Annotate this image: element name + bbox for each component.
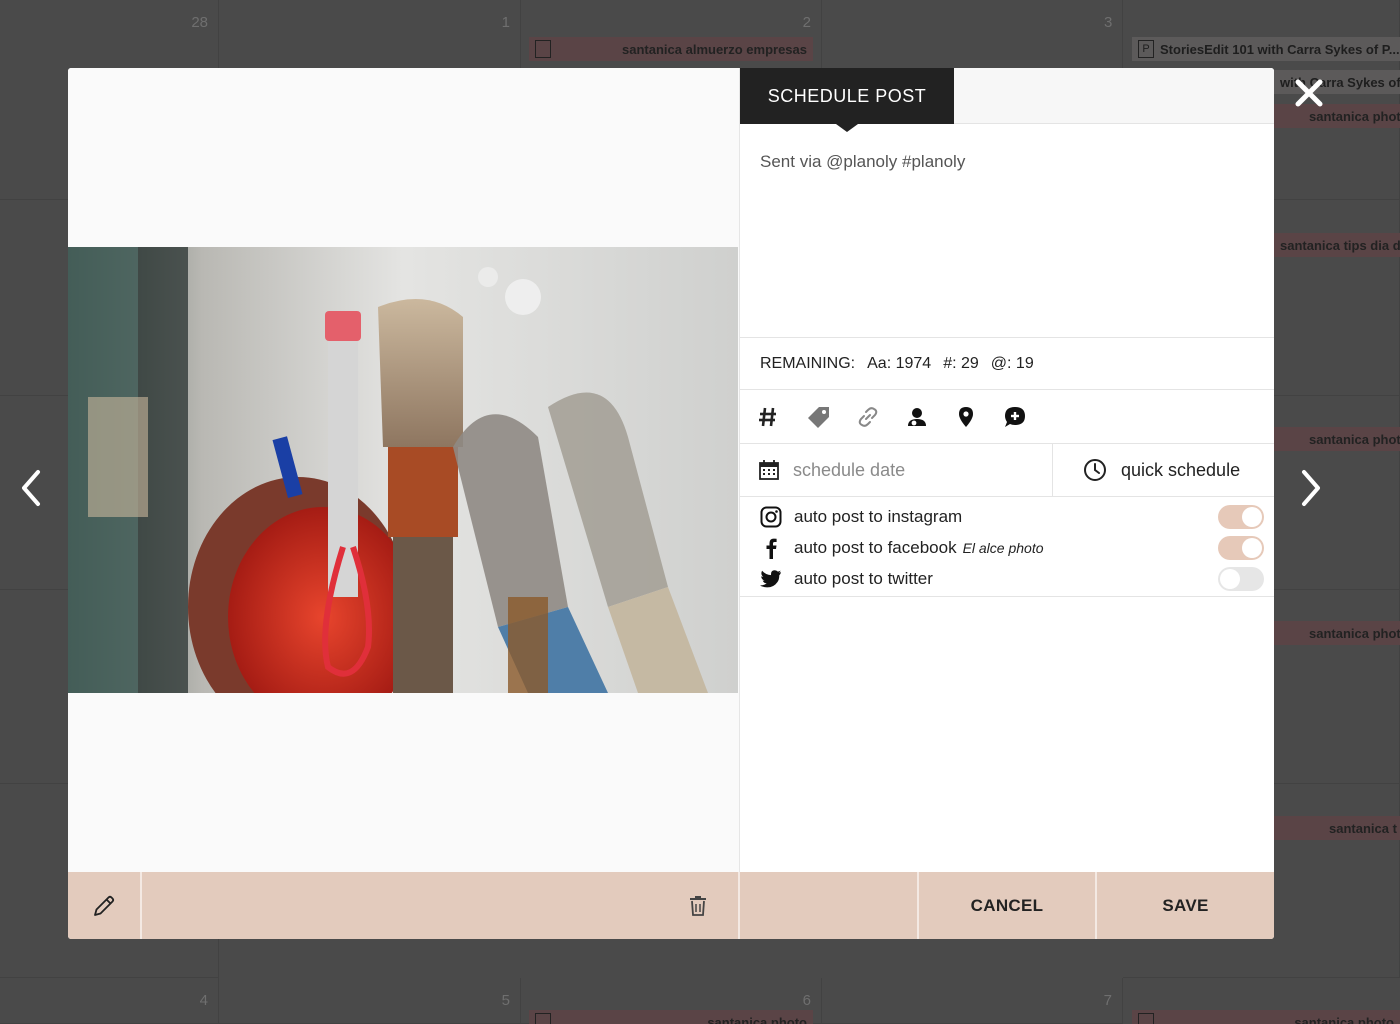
chevron-left-icon <box>22 470 40 506</box>
calendar-event[interactable]: santanica photo <box>1274 621 1400 645</box>
edit-image-button[interactable] <box>68 872 140 939</box>
remaining-mentions: @: 19 <box>990 354 1034 372</box>
event-title: santanica photo <box>1309 625 1400 641</box>
twitter-icon <box>760 568 782 590</box>
delete-button[interactable] <box>678 872 718 939</box>
post-icon <box>1138 1013 1154 1024</box>
day-number: 2 <box>802 14 811 31</box>
day-number: 5 <box>501 992 510 1009</box>
link-icon <box>858 406 878 427</box>
remaining-counter: REMAINING: Aa: 1974 #: 29 @: 19 <box>740 338 1274 390</box>
clock-icon <box>1084 459 1106 481</box>
event-title: santanica tips dia del padre <box>1280 237 1400 253</box>
chevron-right-icon <box>1302 470 1320 506</box>
autopost-settings: auto post to instagram auto post to face… <box>740 497 1274 597</box>
calendar-event[interactable]: santanica photo <box>1132 1010 1400 1024</box>
user-tag-icon <box>908 407 926 426</box>
calendar-event[interactable]: P StoriesEdit 101 with Carra Sykes of P.… <box>1132 37 1400 61</box>
calendar-event[interactable]: santanica photo <box>1274 427 1400 451</box>
autopost-instagram-row: auto post to instagram <box>740 501 1274 532</box>
tag-icon <box>808 406 829 428</box>
calendar-event[interactable]: santanica photo <box>529 1010 813 1024</box>
calendar-event[interactable]: santanica tips dia del padre <box>1274 233 1400 257</box>
cancel-label: CANCEL <box>970 895 1044 915</box>
calendar-event[interactable]: santanica almuerzo empresas <box>529 37 813 61</box>
hashtag-icon <box>759 407 776 426</box>
post-icon <box>535 40 551 58</box>
day-number: 7 <box>1103 992 1112 1009</box>
story-icon: P <box>1138 40 1154 58</box>
event-title: santanica almuerzo empresas <box>622 41 807 57</box>
hashtag-button[interactable] <box>758 402 807 432</box>
save-label: SAVE <box>1162 895 1209 915</box>
calendar-event[interactable]: santanica t <box>1274 816 1400 840</box>
modal-footer: CANCEL SAVE <box>68 872 1274 939</box>
caption-text: Sent via @planoly #planoly <box>760 152 966 171</box>
close-button[interactable] <box>1290 74 1328 112</box>
quick-schedule-label: quick schedule <box>1121 459 1241 480</box>
event-title: santanica photo <box>1294 1014 1394 1024</box>
footer-divider <box>140 872 142 939</box>
event-title: santanica photo <box>1309 431 1400 447</box>
quick-schedule-button[interactable]: quick schedule <box>1053 444 1274 496</box>
day-number: 28 <box>191 14 208 31</box>
schedule-row: schedule date quick schedule <box>740 444 1274 497</box>
caption-textarea[interactable]: Sent via @planoly #planoly <box>740 124 1274 338</box>
day-number: 3 <box>1104 14 1113 31</box>
autopost-twitter-row: auto post to twitter <box>740 563 1274 594</box>
cancel-button[interactable]: CANCEL <box>919 872 1095 939</box>
image-preview-pane <box>68 68 739 872</box>
calendar-day-cell[interactable]: 7 <box>822 978 1123 1024</box>
location-icon <box>959 406 973 427</box>
link-button[interactable] <box>856 402 905 432</box>
autopost-facebook-label: auto post to facebook <box>794 537 957 557</box>
schedule-date-field[interactable]: schedule date <box>740 444 1053 496</box>
day-number: 6 <box>802 992 811 1009</box>
autopost-instagram-toggle[interactable] <box>1218 505 1264 529</box>
event-title: StoriesEdit 101 with Carra Sykes of P... <box>1160 41 1400 57</box>
event-title: santanica photo <box>707 1014 807 1024</box>
facebook-icon <box>760 537 782 559</box>
autopost-instagram-label: auto post to instagram <box>794 506 963 526</box>
calendar-icon <box>759 460 779 480</box>
autopost-twitter-label: auto post to twitter <box>794 568 933 588</box>
caption-toolbar <box>740 390 1274 444</box>
calendar-day-cell[interactable]: 4 <box>0 978 219 1024</box>
day-number: 4 <box>199 992 208 1009</box>
schedule-post-modal: SCHEDULE POST Sent via @planoly #planoly… <box>68 68 1274 939</box>
footer-divider <box>738 872 740 939</box>
autopost-twitter-toggle[interactable] <box>1218 567 1264 591</box>
remaining-chars: Aa: 1974 <box>867 354 932 372</box>
schedule-form-pane: SCHEDULE POST Sent via @planoly #planoly… <box>739 68 1274 872</box>
event-title: santanica t <box>1329 820 1397 836</box>
tab-schedule-post[interactable]: SCHEDULE POST <box>740 68 954 132</box>
close-icon <box>1295 79 1323 107</box>
save-button[interactable]: SAVE <box>1097 872 1274 939</box>
remaining-label: REMAINING: <box>760 354 856 372</box>
remaining-hashtags: #: 29 <box>943 354 979 372</box>
autopost-facebook-toggle[interactable] <box>1218 536 1264 560</box>
instagram-icon <box>760 506 782 528</box>
autopost-facebook-row: auto post to facebook El alce photo <box>740 532 1274 563</box>
location-button[interactable] <box>954 402 1003 432</box>
calendar-day-cell[interactable]: 5 <box>219 978 521 1024</box>
day-number: 1 <box>501 14 510 31</box>
facebook-page-name: El alce photo <box>962 539 1044 556</box>
add-comment-icon <box>1005 406 1025 427</box>
post-image <box>68 247 738 693</box>
pencil-icon <box>94 895 115 916</box>
saved-captions-button[interactable] <box>807 402 856 432</box>
first-comment-button[interactable] <box>1003 402 1052 432</box>
next-post-button[interactable] <box>1290 466 1330 510</box>
paintbrushes-photo <box>68 247 738 693</box>
trash-icon <box>690 895 706 916</box>
post-icon <box>535 1013 551 1024</box>
schedule-date-placeholder: schedule date <box>793 459 906 480</box>
previous-post-button[interactable] <box>12 466 52 510</box>
tag-user-button[interactable] <box>905 402 954 432</box>
tab-bar: SCHEDULE POST <box>740 68 1274 132</box>
